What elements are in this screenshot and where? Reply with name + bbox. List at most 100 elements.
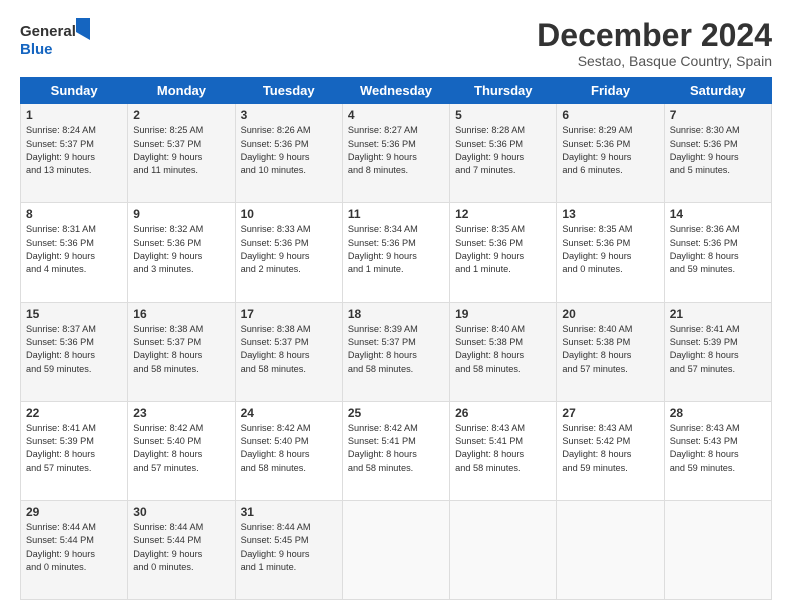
page-header: General Blue December 2024 Sestao, Basqu… [20, 18, 772, 69]
day-number: 5 [455, 108, 551, 122]
weekday-header-saturday: Saturday [664, 78, 771, 104]
day-number: 9 [133, 207, 229, 221]
cell-sun-info: Sunrise: 8:37 AMSunset: 5:36 PMDaylight:… [26, 323, 122, 376]
weekday-header-thursday: Thursday [450, 78, 557, 104]
weekday-header-friday: Friday [557, 78, 664, 104]
calendar-cell: 7 Sunrise: 8:30 AMSunset: 5:36 PMDaylight… [664, 104, 771, 203]
day-number: 17 [241, 307, 337, 321]
calendar-cell: 6 Sunrise: 8:29 AMSunset: 5:36 PMDaylight… [557, 104, 664, 203]
calendar-cell: 29 Sunrise: 8:44 AMSunset: 5:44 PMDayligh… [21, 500, 128, 599]
calendar-cell: 17 Sunrise: 8:38 AMSunset: 5:37 PMDayligh… [235, 302, 342, 401]
calendar-cell [557, 500, 664, 599]
calendar-cell: 27 Sunrise: 8:43 AMSunset: 5:42 PMDayligh… [557, 401, 664, 500]
logo-icon: General Blue [20, 18, 90, 62]
calendar-cell: 20 Sunrise: 8:40 AMSunset: 5:38 PMDayligh… [557, 302, 664, 401]
calendar-cell: 12 Sunrise: 8:35 AMSunset: 5:36 PMDayligh… [450, 203, 557, 302]
weekday-header-tuesday: Tuesday [235, 78, 342, 104]
calendar-cell [450, 500, 557, 599]
day-number: 10 [241, 207, 337, 221]
calendar-cell: 8 Sunrise: 8:31 AMSunset: 5:36 PMDaylight… [21, 203, 128, 302]
calendar-cell: 28 Sunrise: 8:43 AMSunset: 5:43 PMDayligh… [664, 401, 771, 500]
cell-sun-info: Sunrise: 8:38 AMSunset: 5:37 PMDaylight:… [241, 323, 337, 376]
day-number: 28 [670, 406, 766, 420]
cell-sun-info: Sunrise: 8:42 AMSunset: 5:40 PMDaylight:… [133, 422, 229, 475]
calendar-cell: 14 Sunrise: 8:36 AMSunset: 5:36 PMDayligh… [664, 203, 771, 302]
day-number: 12 [455, 207, 551, 221]
svg-text:Blue: Blue [20, 41, 53, 58]
cell-sun-info: Sunrise: 8:44 AMSunset: 5:45 PMDaylight:… [241, 521, 337, 574]
weekday-header-wednesday: Wednesday [342, 78, 449, 104]
logo: General Blue [20, 18, 90, 62]
day-number: 16 [133, 307, 229, 321]
cell-sun-info: Sunrise: 8:31 AMSunset: 5:36 PMDaylight:… [26, 223, 122, 276]
calendar-cell: 19Sunrise: 8:40 AMSunset: 5:38 PMDayligh… [450, 302, 557, 401]
day-number: 2 [133, 108, 229, 122]
day-number: 13 [562, 207, 658, 221]
calendar-cell: 13 Sunrise: 8:35 AMSunset: 5:36 PMDayligh… [557, 203, 664, 302]
cell-sun-info: Sunrise: 8:40 AMSunset: 5:38 PMDaylight:… [562, 323, 658, 376]
cell-sun-info: Sunrise: 8:33 AMSunset: 5:36 PMDaylight:… [241, 223, 337, 276]
cell-sun-info: Sunrise: 8:25 AMSunset: 5:37 PMDaylight:… [133, 124, 229, 177]
cell-sun-info: Sunrise: 8:43 AMSunset: 5:42 PMDaylight:… [562, 422, 658, 475]
day-number: 3 [241, 108, 337, 122]
month-title: December 2024 [537, 18, 772, 53]
cell-sun-info: Sunrise: 8:39 AMSunset: 5:37 PMDaylight:… [348, 323, 444, 376]
calendar-cell: 21Sunrise: 8:41 AMSunset: 5:39 PMDayligh… [664, 302, 771, 401]
day-number: 26 [455, 406, 551, 420]
weekday-header-monday: Monday [128, 78, 235, 104]
day-number: 25 [348, 406, 444, 420]
cell-sun-info: Sunrise: 8:38 AMSunset: 5:37 PMDaylight:… [133, 323, 229, 376]
day-number: 24 [241, 406, 337, 420]
calendar-cell: 1 Sunrise: 8:24 AMSunset: 5:37 PMDaylight… [21, 104, 128, 203]
day-number: 8 [26, 207, 122, 221]
calendar-cell: 11Sunrise: 8:34 AMSunset: 5:36 PMDayligh… [342, 203, 449, 302]
calendar-cell: 15Sunrise: 8:37 AMSunset: 5:36 PMDayligh… [21, 302, 128, 401]
cell-sun-info: Sunrise: 8:24 AMSunset: 5:37 PMDaylight:… [26, 124, 122, 177]
calendar-cell: 3 Sunrise: 8:26 AMSunset: 5:36 PMDaylight… [235, 104, 342, 203]
day-number: 29 [26, 505, 122, 519]
cell-sun-info: Sunrise: 8:27 AMSunset: 5:36 PMDaylight:… [348, 124, 444, 177]
day-number: 7 [670, 108, 766, 122]
cell-sun-info: Sunrise: 8:26 AMSunset: 5:36 PMDaylight:… [241, 124, 337, 177]
cell-sun-info: Sunrise: 8:43 AMSunset: 5:43 PMDaylight:… [670, 422, 766, 475]
calendar-cell [664, 500, 771, 599]
location-subtitle: Sestao, Basque Country, Spain [537, 53, 772, 69]
calendar-cell: 4 Sunrise: 8:27 AMSunset: 5:36 PMDaylight… [342, 104, 449, 203]
calendar-cell: 16 Sunrise: 8:38 AMSunset: 5:37 PMDayligh… [128, 302, 235, 401]
calendar-cell: 26Sunrise: 8:43 AMSunset: 5:41 PMDayligh… [450, 401, 557, 500]
day-number: 20 [562, 307, 658, 321]
day-number: 30 [133, 505, 229, 519]
day-number: 6 [562, 108, 658, 122]
calendar-cell: 30 Sunrise: 8:44 AMSunset: 5:44 PMDayligh… [128, 500, 235, 599]
day-number: 27 [562, 406, 658, 420]
cell-sun-info: Sunrise: 8:28 AMSunset: 5:36 PMDaylight:… [455, 124, 551, 177]
calendar-cell: 5 Sunrise: 8:28 AMSunset: 5:36 PMDaylight… [450, 104, 557, 203]
day-number: 14 [670, 207, 766, 221]
cell-sun-info: Sunrise: 8:41 AMSunset: 5:39 PMDaylight:… [670, 323, 766, 376]
cell-sun-info: Sunrise: 8:35 AMSunset: 5:36 PMDaylight:… [455, 223, 551, 276]
day-number: 18 [348, 307, 444, 321]
cell-sun-info: Sunrise: 8:42 AMSunset: 5:41 PMDaylight:… [348, 422, 444, 475]
day-number: 11 [348, 207, 444, 221]
day-number: 22 [26, 406, 122, 420]
cell-sun-info: Sunrise: 8:30 AMSunset: 5:36 PMDaylight:… [670, 124, 766, 177]
calendar-cell: 25 Sunrise: 8:42 AMSunset: 5:41 PMDayligh… [342, 401, 449, 500]
calendar-cell: 22 Sunrise: 8:41 AMSunset: 5:39 PMDayligh… [21, 401, 128, 500]
calendar-cell: 18 Sunrise: 8:39 AMSunset: 5:37 PMDayligh… [342, 302, 449, 401]
calendar-cell: 31Sunrise: 8:44 AMSunset: 5:45 PMDayligh… [235, 500, 342, 599]
calendar-cell [342, 500, 449, 599]
day-number: 1 [26, 108, 122, 122]
cell-sun-info: Sunrise: 8:35 AMSunset: 5:36 PMDaylight:… [562, 223, 658, 276]
cell-sun-info: Sunrise: 8:44 AMSunset: 5:44 PMDaylight:… [133, 521, 229, 574]
calendar-cell: 23 Sunrise: 8:42 AMSunset: 5:40 PMDayligh… [128, 401, 235, 500]
day-number: 23 [133, 406, 229, 420]
calendar-cell: 9Sunrise: 8:32 AMSunset: 5:36 PMDaylight… [128, 203, 235, 302]
cell-sun-info: Sunrise: 8:44 AMSunset: 5:44 PMDaylight:… [26, 521, 122, 574]
cell-sun-info: Sunrise: 8:41 AMSunset: 5:39 PMDaylight:… [26, 422, 122, 475]
calendar-cell: 10 Sunrise: 8:33 AMSunset: 5:36 PMDayligh… [235, 203, 342, 302]
cell-sun-info: Sunrise: 8:29 AMSunset: 5:36 PMDaylight:… [562, 124, 658, 177]
title-block: December 2024 Sestao, Basque Country, Sp… [537, 18, 772, 69]
day-number: 4 [348, 108, 444, 122]
cell-sun-info: Sunrise: 8:40 AMSunset: 5:38 PMDaylight:… [455, 323, 551, 376]
cell-sun-info: Sunrise: 8:36 AMSunset: 5:36 PMDaylight:… [670, 223, 766, 276]
